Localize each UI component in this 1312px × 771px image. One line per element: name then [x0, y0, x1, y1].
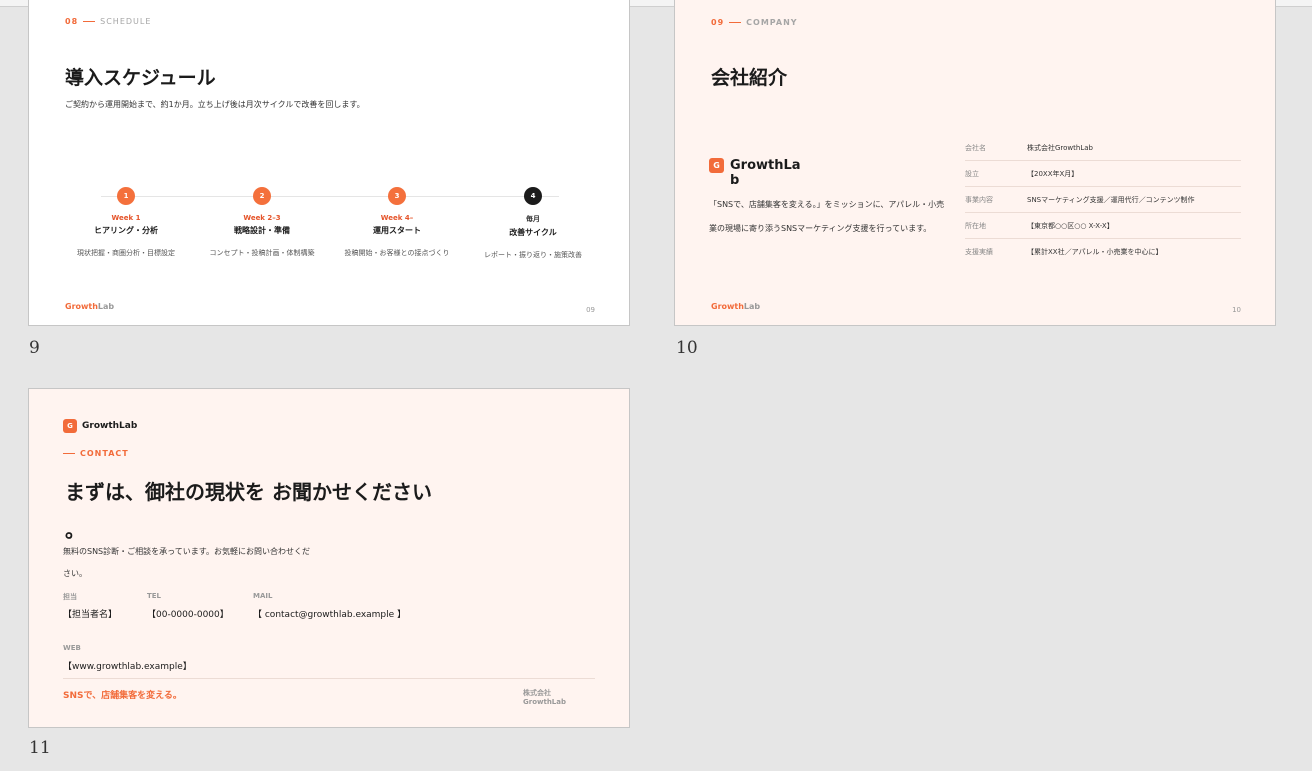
- step-number: 3: [388, 187, 406, 205]
- section-dash: [83, 21, 96, 22]
- info-key: 支援実績: [965, 248, 993, 256]
- info-row: 設立 【20XX年X月】: [965, 161, 1241, 187]
- brand-footer: GrowthLab: [65, 302, 114, 311]
- footer-divider: [63, 678, 595, 679]
- step-desc: 現状把握・商圏分析・目標設定: [77, 249, 175, 257]
- timeline-step-3: 3 Week 4– 運用スタート 投稿開始・お客様との接点づくり: [327, 187, 467, 258]
- section-name: COMPANY: [746, 18, 798, 27]
- info-key: 会社名: [965, 143, 986, 152]
- slide-subtitle: ご契約から運用開始まで、約1か月。立ち上げ後は月次サイクルで改善を回します。: [65, 100, 365, 109]
- logo-g-icon: G: [63, 419, 77, 433]
- company-description: 「SNSで、店舗集客を変える。」をミッションに、アパレル・小売業の現場に寄り添う…: [709, 200, 945, 233]
- logo-g-icon: G: [709, 158, 724, 173]
- company-name-line1: GrowthLa: [730, 158, 801, 173]
- info-value: 【20XX年X月】: [1027, 169, 1079, 178]
- tel-label: TEL: [147, 592, 162, 600]
- step-desc: コンセプト・投稿計画・体制構築: [209, 249, 315, 257]
- brand-footer: GrowthLab: [711, 302, 760, 311]
- tagline: SNSで、店舗集客を変える。: [63, 691, 182, 701]
- step-name: 運用スタート: [373, 226, 421, 235]
- step-desc: レポート・振り返り・施策改善: [484, 251, 582, 259]
- person-label: 担当: [63, 593, 77, 601]
- timeline-step-1: 1 Week 1 ヒアリング・分析 現状把握・商圏分析・目標設定: [56, 187, 196, 258]
- info-key: 事業内容: [965, 195, 993, 204]
- contact-logo: G GrowthLab: [63, 419, 137, 433]
- section-number: 08: [65, 17, 79, 26]
- brand-lab: Lab: [743, 302, 761, 311]
- section-label: 09 COMPANY: [711, 18, 798, 27]
- slide-title: 導入スケジュール: [65, 67, 216, 89]
- thumbnail-number: 9: [29, 338, 40, 358]
- section-name: SCHEDULE: [100, 17, 152, 26]
- step-week: Week 4–: [380, 214, 414, 222]
- company-name-line2: b: [730, 173, 740, 188]
- brand-lab: Lab: [97, 302, 115, 311]
- section-label: 08 SCHEDULE: [65, 17, 151, 26]
- timeline-step-2: 2 Week 2–3 戦略設計・準備 コンセプト・投稿計画・体制構築: [192, 187, 332, 258]
- step-number: 2: [253, 187, 271, 205]
- section-number: 09: [711, 18, 725, 27]
- brand-growth: Growth: [65, 302, 98, 311]
- slide-title-line2: 。: [65, 518, 85, 542]
- thumbnail-number: 10: [676, 338, 698, 358]
- logo-name: GrowthLab: [82, 421, 138, 431]
- thumbnail-number: 11: [29, 738, 51, 758]
- section-dash: [729, 22, 742, 23]
- page-number: 10: [1232, 306, 1241, 314]
- info-value: 【累計XX社／アパレル・小売業を中心に】: [1027, 248, 1163, 256]
- info-value: 【東京都○○区○○ X-X-X】: [1027, 221, 1114, 230]
- section-dash: [63, 453, 75, 454]
- page-number: 09: [586, 306, 595, 314]
- step-week: Week 2–3: [243, 214, 281, 222]
- contact-description-line2: さい。: [63, 569, 87, 578]
- company-info-table: 会社名 株式会社GrowthLab 設立 【20XX年X月】 事業内容 SNSマ…: [965, 135, 1241, 265]
- step-week: 毎月: [526, 215, 540, 223]
- timeline-step-4: 4 毎月 改善サイクル レポート・振り返り・施策改善: [463, 187, 603, 260]
- company-line1: 株式会社: [523, 689, 551, 697]
- info-row: 支援実績 【累計XX社／アパレル・小売業を中心に】: [965, 239, 1241, 265]
- slide-thumbnail-11[interactable]: G GrowthLab CONTACT まずは、御社の現状を お聞かせください …: [28, 388, 630, 728]
- info-row: 事業内容 SNSマーケティング支援／運用代行／コンテンツ制作: [965, 187, 1241, 213]
- slide-title-line1: まずは、御社の現状を お聞かせください: [65, 480, 432, 504]
- slide-thumbnail-10[interactable]: 09 COMPANY 会社紹介 G GrowthLa b 「SNSで、店舗集客を…: [674, 0, 1276, 326]
- step-name: ヒアリング・分析: [94, 226, 158, 235]
- section-label: CONTACT: [63, 449, 129, 458]
- info-key: 所在地: [965, 221, 986, 230]
- contact-description-line1: 無料のSNS診断・ご相談を承っています。お気軽にお問い合わせくだ: [63, 547, 310, 556]
- info-value: 株式会社GrowthLab: [1027, 143, 1093, 152]
- step-name: 改善サイクル: [509, 228, 557, 237]
- info-row: 会社名 株式会社GrowthLab: [965, 135, 1241, 161]
- section-name: CONTACT: [80, 449, 129, 458]
- brand-growth: Growth: [711, 302, 744, 311]
- step-name: 戦略設計・準備: [234, 226, 290, 235]
- step-number: 1: [117, 187, 135, 205]
- company-line2: GrowthLab: [523, 698, 566, 706]
- company-logo: G GrowthLa b: [709, 158, 801, 188]
- step-week: Week 1: [111, 214, 141, 222]
- web-label: WEB: [63, 644, 81, 652]
- mail-label: MAIL: [253, 592, 273, 600]
- info-row: 所在地 【東京都○○区○○ X-X-X】: [965, 213, 1241, 239]
- slide-thumbnail-9[interactable]: 08 SCHEDULE 導入スケジュール ご契約から運用開始まで、約1か月。立ち…: [28, 0, 630, 326]
- step-desc: 投稿開始・お客様との接点づくり: [344, 249, 450, 257]
- tel-value: 【00-0000-0000】: [147, 610, 229, 620]
- step-number: 4: [524, 187, 542, 205]
- slide-title: 会社紹介: [711, 67, 788, 89]
- person-value: 【担当者名】: [63, 610, 118, 620]
- web-value: 【www.growthlab.example】: [63, 662, 192, 672]
- footer-company: 株式会社 GrowthLab: [523, 689, 566, 707]
- info-value: SNSマーケティング支援／運用代行／コンテンツ制作: [1027, 195, 1195, 204]
- info-key: 設立: [965, 169, 979, 178]
- mail-value: 【 contact@growthlab.example 】: [253, 610, 407, 620]
